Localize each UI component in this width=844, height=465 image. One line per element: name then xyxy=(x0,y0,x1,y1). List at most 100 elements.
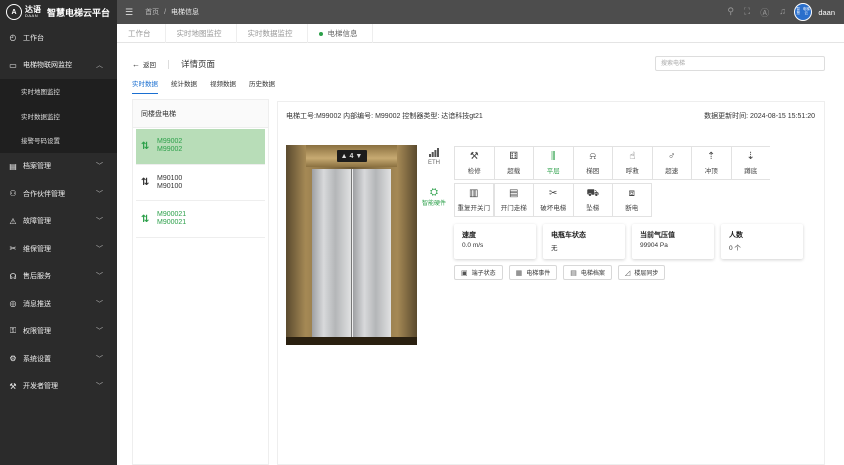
sync-button[interactable]: ◿ 楼层同步 xyxy=(617,265,666,280)
message-icon: ◎ xyxy=(9,299,17,309)
terminal-button[interactable]: ▣ 端子状态 xyxy=(454,265,503,280)
same-building-panel: 同楼盘电梯 ⇅ M99002 M99002 ⇅ M90100 M90100 ⇅ M900021… xyxy=(132,99,269,465)
tag-2[interactable]: 实时数据监控 xyxy=(237,24,308,43)
status-label: 破坏电梯 xyxy=(540,204,567,212)
update-time: 数据更新时间: 2024-08-15 15:51:20 xyxy=(704,113,815,120)
readout-label: 人数 xyxy=(729,232,743,239)
sidebar-item-message[interactable]: ◎ 消息推送 ﹀ xyxy=(0,290,117,318)
status-overspeed: ♂ 超速 xyxy=(651,146,691,180)
fall-icon: ⛟ xyxy=(586,187,600,199)
breadcrumb-current: 电梯信息 xyxy=(171,9,200,16)
archive-icon: ▤ xyxy=(9,161,17,171)
status-door-open-run: ▤ 开门走梯 xyxy=(493,183,533,217)
sidebar-item-maintenance[interactable]: ✂ 维保管理 ﹀ xyxy=(0,235,117,263)
elevator-door-right xyxy=(351,169,391,337)
readout-value: 0 个 xyxy=(729,245,741,252)
sidebar-item-service[interactable]: ☊ 售后服务 ﹀ xyxy=(0,263,117,291)
sidebar-item-developer[interactable]: ⚒ 开发者管理 ﹀ xyxy=(0,373,117,401)
status-label: 重复开关门 xyxy=(457,204,491,212)
status-label: 超载 xyxy=(507,167,521,175)
search-input[interactable] xyxy=(655,56,825,71)
status-label: 超速 xyxy=(665,167,679,175)
sidebar-item-label: 售后服务 xyxy=(23,273,51,281)
sidebar-item-permission[interactable]: ⚿ 权限管理 ﹀ xyxy=(0,318,117,346)
sidebar-item-dashboard[interactable]: ◴ 工作台 xyxy=(0,24,117,52)
sidebar-item-partner[interactable]: ⚇ 合作伙伴管理 ﹀ xyxy=(0,180,117,208)
settings-icon: ⚙ xyxy=(9,354,17,364)
main-content: ← 返回 详情页面 实时数据统计数据视频数据历史数据 同楼盘电梯 ⇅ M99002… xyxy=(117,43,844,465)
elevator-icon: ⇅ xyxy=(141,140,150,152)
sync-icon: ◿ xyxy=(624,269,631,277)
elevator-internal-code: M90100 xyxy=(157,182,183,190)
status-label: 检修 xyxy=(467,167,481,175)
sidebar-item-label: 开发者管理 xyxy=(23,383,58,391)
tag-0[interactable]: 工作台 xyxy=(117,24,166,43)
action-label: 电梯事件 xyxy=(526,271,551,277)
elevator-icon: ⇅ xyxy=(141,213,150,225)
search-icon[interactable]: ⚲ xyxy=(727,6,734,19)
avatar[interactable]: 智慧 电梯云 xyxy=(794,3,812,21)
sidebar-item-monitor[interactable]: ▭ 电梯物联网监控 ︿ xyxy=(0,52,117,80)
elevator-code: M90100 xyxy=(157,174,183,182)
partner-icon: ⚇ xyxy=(9,189,17,199)
chevron-down-icon: ﹀ xyxy=(96,218,103,226)
submenu-item[interactable]: 接警号码设置 xyxy=(0,128,117,153)
hamburger-icon[interactable]: ☰ xyxy=(125,7,133,18)
eth-label: ETH xyxy=(428,160,440,166)
breadcrumb-home[interactable]: 首页 xyxy=(145,9,159,16)
readout-card: 电瓶车状态无 xyxy=(543,224,625,259)
status-label: 冲顶 xyxy=(704,167,718,175)
submenu-item[interactable]: 实时数据监控 xyxy=(0,104,117,129)
elevator-list: ⇅ M99002 M99002 ⇅ M90100 M90100 ⇅ M900021 M90002… xyxy=(133,129,268,238)
tag-label: 电梯信息 xyxy=(327,29,358,38)
sidebar-item-label: 消息推送 xyxy=(23,300,51,308)
sidebar-item-label: 维保管理 xyxy=(23,245,51,253)
readout-card: 速度 0.0 m/s xyxy=(454,224,536,259)
tab-1[interactable]: 统计数据 xyxy=(171,78,197,94)
status-label: 蹲底 xyxy=(744,167,758,175)
archive-doc-button[interactable]: ▤ 电梯档案 xyxy=(563,265,612,280)
elevator-list-item[interactable]: ⇅ M99002 M99002 xyxy=(136,129,265,165)
status-repair: ⚒ 检修 xyxy=(454,146,494,180)
dashboard-icon: ◴ xyxy=(9,33,17,43)
event-button[interactable]: ▦ 电梯事件 xyxy=(508,265,558,280)
tab-3[interactable]: 历史数据 xyxy=(249,78,275,94)
smart-hardware[interactable]: ⛭ 智能硬件 xyxy=(420,183,448,221)
elevator-icon: ⇅ xyxy=(141,177,150,189)
brand[interactable]: A 达语 DAAN 智慧电梯云平台 xyxy=(0,0,117,24)
signal-icon xyxy=(429,148,439,157)
readout-label: 电瓶车状态 xyxy=(551,232,586,239)
status-label: 梯困 xyxy=(586,167,600,175)
fullscreen-icon[interactable]: ⛶ xyxy=(744,6,750,19)
elevator-list-item[interactable]: ⇅ M900021 M900021 xyxy=(136,202,265,238)
tag-label: 工作台 xyxy=(128,29,151,38)
sidebar-item-fault[interactable]: ⚠ 故障管理 ﹀ xyxy=(0,208,117,236)
tab-2[interactable]: 视频数据 xyxy=(210,78,236,94)
readout-value: 0.0 m/s xyxy=(462,242,484,249)
tag-1[interactable]: 实时地图监控 xyxy=(166,24,237,43)
sidebar-item-archive[interactable]: ▤ 档案管理 ﹀ xyxy=(0,153,117,181)
tab-0[interactable]: 实时数据 xyxy=(132,78,158,94)
chevron-down-icon: ﹀ xyxy=(96,245,103,253)
back-button[interactable]: 返回 xyxy=(143,59,156,69)
username[interactable]: daan xyxy=(818,8,835,17)
chevron-down-icon: ﹀ xyxy=(96,273,103,281)
tag-label: 实时数据监控 xyxy=(247,29,293,38)
help-call-icon: ☝ xyxy=(629,150,636,162)
chevron-down-icon: ﹀ xyxy=(96,328,103,336)
back-arrow-icon[interactable]: ← xyxy=(132,60,140,69)
event-icon: ▦ xyxy=(515,269,523,277)
tag-label: 实时地图监控 xyxy=(176,29,222,38)
readout-value: 无 xyxy=(551,245,558,252)
sidebar-item-label: 工作台 xyxy=(23,34,44,42)
tag-3[interactable]: 电梯信息 xyxy=(308,24,373,43)
elevator-list-item[interactable]: ⇅ M90100 M90100 xyxy=(136,166,265,201)
smart-hardware-label: 智能硬件 xyxy=(421,201,446,207)
sidebar-item-label: 档案管理 xyxy=(23,163,51,171)
top-hit-icon: ⇡ xyxy=(707,150,716,162)
sidebar-item-settings[interactable]: ⚙ 系统设置 ﹀ xyxy=(0,345,117,373)
bell-icon[interactable]: ♫ xyxy=(779,6,786,19)
sidebar-item-label: 权限管理 xyxy=(23,328,51,336)
submenu-item[interactable]: 实时地图监控 xyxy=(0,79,117,104)
text-size-icon[interactable]: Ⓐ xyxy=(760,6,769,19)
